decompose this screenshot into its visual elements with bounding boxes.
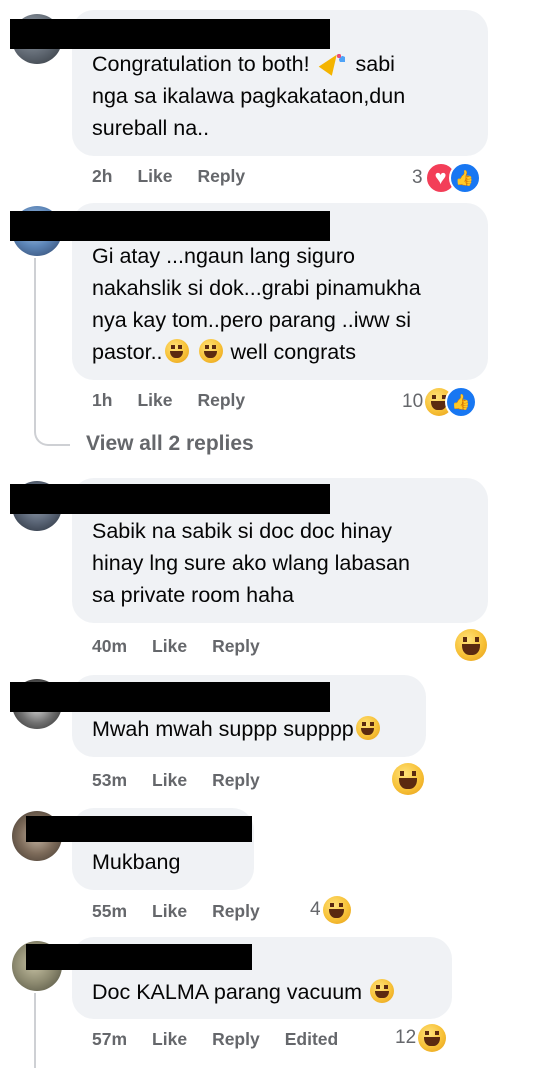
like-icon <box>445 386 478 418</box>
grinning-emoji-icon <box>370 979 395 1003</box>
haha-icon <box>455 629 487 661</box>
reaction-summary[interactable]: 10 <box>402 386 478 418</box>
reaction-summary[interactable]: 12 <box>395 1024 447 1052</box>
reply-button[interactable]: Reply <box>212 901 260 922</box>
thread-connector <box>34 426 70 446</box>
redacted-name <box>26 816 252 842</box>
comment-actions: 40m Like Reply <box>92 636 285 657</box>
comment-text: Sabik na sabik si doc doc hinay hinay ln… <box>92 519 410 607</box>
comment-actions: 53m Like Reply <box>92 770 285 791</box>
comment-time[interactable]: 57m <box>92 1029 127 1050</box>
comment-time[interactable]: 2h <box>92 166 112 187</box>
reaction-count: 12 <box>395 1027 417 1048</box>
reaction-summary[interactable] <box>455 629 487 661</box>
comment-time[interactable]: 1h <box>92 390 112 411</box>
thread-line <box>34 993 36 1068</box>
comment-text: Mwah mwah suppp supppp <box>92 713 422 745</box>
edited-label: Edited <box>284 1029 339 1049</box>
redacted-name <box>26 944 252 970</box>
reaction-count: 4 <box>310 899 321 920</box>
comment-text: Congratulation to both! sabi nga sa ikal… <box>92 48 472 144</box>
comment-time[interactable]: 53m <box>92 770 127 791</box>
like-button[interactable]: Like <box>152 770 187 791</box>
comment-actions: 1h Like Reply <box>92 390 270 411</box>
like-button[interactable]: Like <box>137 166 172 187</box>
reply-button[interactable]: Reply <box>197 166 245 187</box>
tears-of-joy-emoji-icon <box>198 339 223 363</box>
view-replies-link[interactable]: View all 2 replies <box>86 432 254 456</box>
like-button[interactable]: Like <box>152 636 187 657</box>
like-icon <box>448 162 481 194</box>
comment-time[interactable]: 55m <box>92 901 127 922</box>
comment-time[interactable]: 40m <box>92 636 127 657</box>
smiling-emoji-icon <box>355 716 380 740</box>
comment-text: Doc KALMA parang vacuum <box>92 976 448 1008</box>
redacted-name <box>10 19 330 49</box>
like-button[interactable]: Like <box>152 1029 187 1050</box>
reaction-summary[interactable] <box>392 763 424 795</box>
comment-actions: 57m Like Reply Edited <box>92 1029 363 1050</box>
redacted-name <box>10 211 330 241</box>
haha-icon <box>418 1024 447 1052</box>
haha-icon <box>322 896 351 924</box>
reply-button[interactable]: Reply <box>212 1029 260 1050</box>
reaction-count: 3 <box>412 167 423 188</box>
comment-actions: 55m Like Reply <box>92 901 285 922</box>
reaction-summary[interactable]: 4 <box>310 896 351 924</box>
comment-actions: 2h Like Reply <box>92 166 270 187</box>
reaction-summary[interactable]: 3 <box>412 162 481 194</box>
party-popper-icon <box>320 49 346 75</box>
reaction-count: 10 <box>402 391 424 412</box>
like-button[interactable]: Like <box>137 390 172 411</box>
thread-line <box>34 258 36 426</box>
redacted-name <box>10 484 330 514</box>
comment-text: Mukbang <box>92 850 181 874</box>
reply-button[interactable]: Reply <box>212 770 260 791</box>
like-button[interactable]: Like <box>152 901 187 922</box>
comment-text: Gi atay ...ngaun lang siguro nakahslik s… <box>92 244 421 364</box>
haha-icon <box>392 763 424 795</box>
reply-button[interactable]: Reply <box>197 390 245 411</box>
redacted-name <box>10 682 330 712</box>
reply-button[interactable]: Reply <box>212 636 260 657</box>
laughing-emoji-icon <box>164 339 189 363</box>
